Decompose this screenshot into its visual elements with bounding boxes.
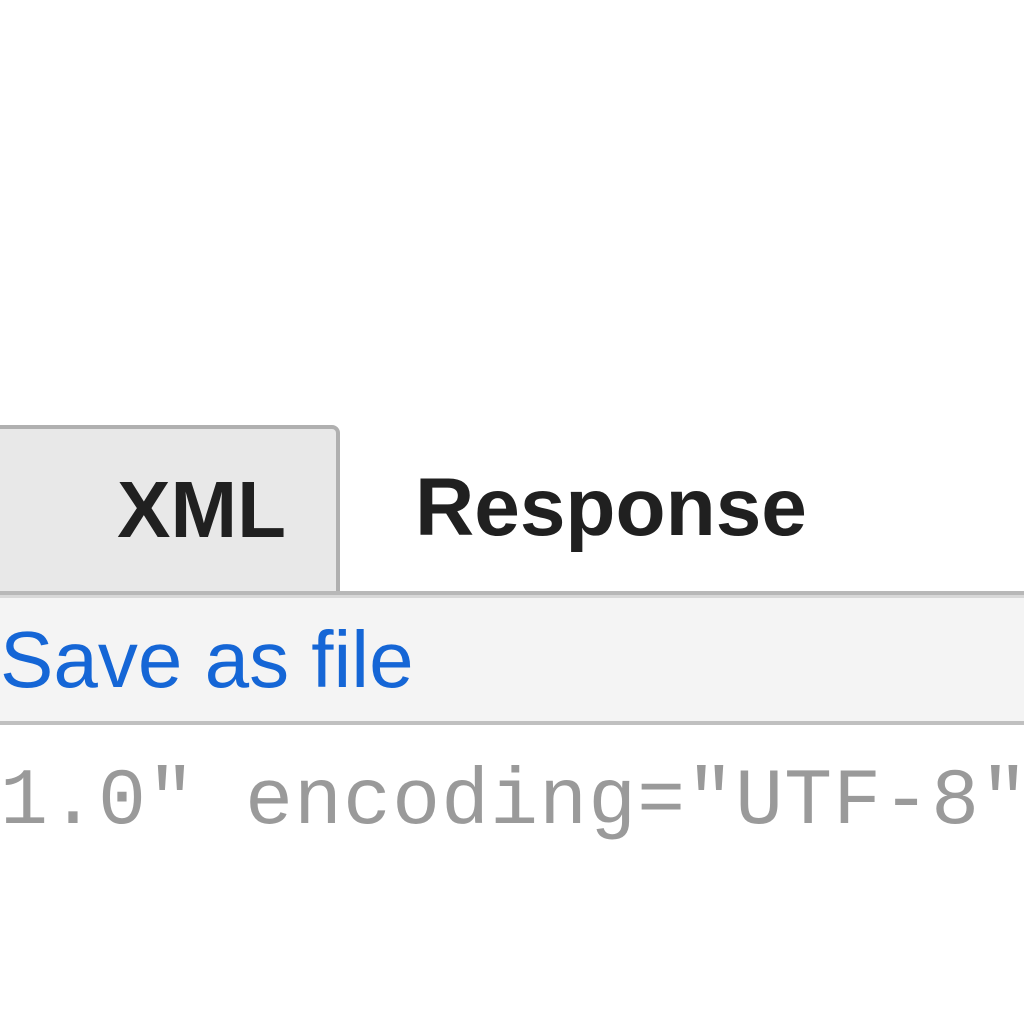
xml-content-area: 1.0" encoding="UTF-8": [0, 730, 1024, 851]
xml-declaration-line: 1.0" encoding="UTF-8": [0, 755, 1024, 851]
tab-xml-label: XML: [117, 464, 286, 556]
save-as-file-link[interactable]: Save as file: [0, 614, 414, 706]
tab-bar: XML Response: [0, 425, 1024, 595]
response-heading-text: Response: [415, 461, 807, 555]
action-bar: Save as file: [0, 595, 1024, 725]
tab-xml[interactable]: XML: [0, 425, 340, 591]
response-heading: Response: [405, 425, 807, 591]
